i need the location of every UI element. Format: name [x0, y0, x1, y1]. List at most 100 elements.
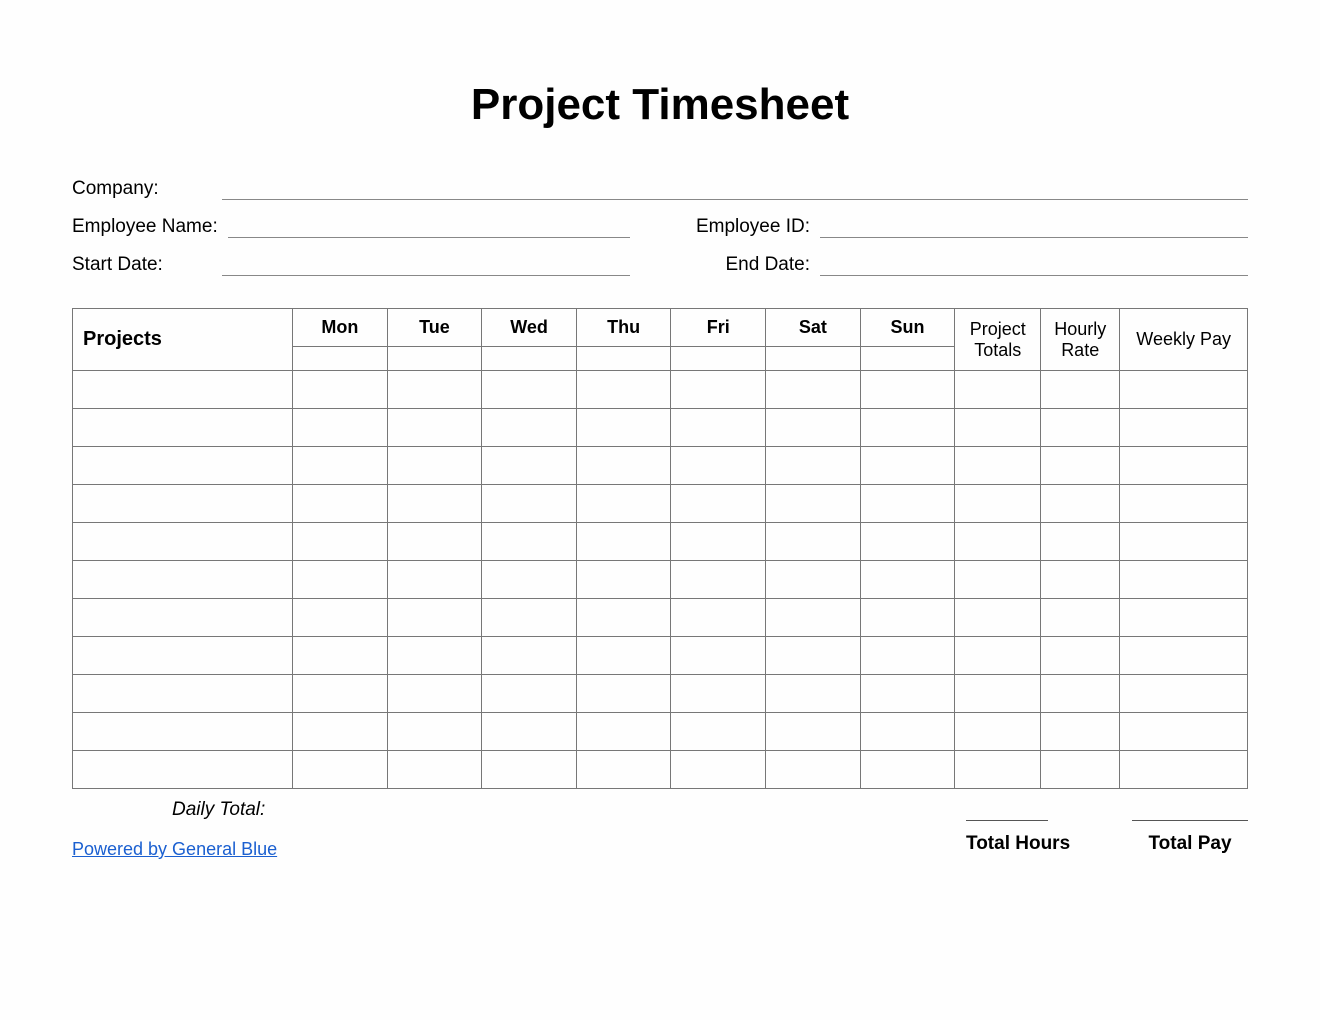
- cell-input[interactable]: [861, 371, 955, 408]
- table-cell[interactable]: [73, 713, 293, 751]
- table-cell[interactable]: [387, 751, 482, 789]
- table-cell[interactable]: [482, 751, 577, 789]
- cell-input[interactable]: [861, 447, 955, 484]
- date-input[interactable]: [482, 347, 576, 370]
- table-cell[interactable]: [1041, 523, 1120, 561]
- cell-input[interactable]: [1120, 599, 1247, 636]
- cell-input[interactable]: [293, 561, 387, 598]
- table-cell[interactable]: [293, 675, 388, 713]
- cell-input[interactable]: [73, 561, 292, 598]
- table-cell[interactable]: [73, 599, 293, 637]
- table-cell[interactable]: [766, 713, 861, 751]
- table-cell[interactable]: [1041, 713, 1120, 751]
- cell-input[interactable]: [1120, 485, 1247, 522]
- table-cell[interactable]: [576, 713, 671, 751]
- table-cell[interactable]: [576, 523, 671, 561]
- cell-input[interactable]: [388, 675, 482, 712]
- table-cell[interactable]: [482, 523, 577, 561]
- table-cell[interactable]: [860, 675, 955, 713]
- table-cell[interactable]: [482, 675, 577, 713]
- cell-input[interactable]: [73, 713, 292, 750]
- table-cell[interactable]: [860, 485, 955, 523]
- cell-input[interactable]: [1120, 637, 1247, 674]
- cell-input[interactable]: [671, 523, 765, 560]
- table-cell[interactable]: [293, 485, 388, 523]
- table-cell[interactable]: [73, 371, 293, 409]
- cell-input[interactable]: [955, 409, 1040, 446]
- employee-id-field[interactable]: [820, 214, 1248, 238]
- table-cell[interactable]: [1041, 561, 1120, 599]
- cell-input[interactable]: [766, 561, 860, 598]
- employee-name-field[interactable]: [228, 214, 630, 238]
- table-cell[interactable]: [1120, 675, 1248, 713]
- table-cell[interactable]: [1041, 751, 1120, 789]
- cell-input[interactable]: [293, 409, 387, 446]
- table-cell[interactable]: [73, 447, 293, 485]
- cell-input[interactable]: [766, 637, 860, 674]
- table-cell[interactable]: [1120, 713, 1248, 751]
- cell-input[interactable]: [671, 371, 765, 408]
- date-cell[interactable]: [293, 347, 388, 371]
- table-cell[interactable]: [387, 409, 482, 447]
- cell-input[interactable]: [766, 675, 860, 712]
- cell-input[interactable]: [388, 751, 482, 788]
- table-cell[interactable]: [482, 485, 577, 523]
- cell-input[interactable]: [388, 523, 482, 560]
- cell-input[interactable]: [861, 485, 955, 522]
- table-cell[interactable]: [293, 523, 388, 561]
- table-cell[interactable]: [955, 599, 1041, 637]
- cell-input[interactable]: [577, 713, 671, 750]
- table-cell[interactable]: [766, 447, 861, 485]
- cell-input[interactable]: [388, 637, 482, 674]
- table-cell[interactable]: [73, 485, 293, 523]
- cell-input[interactable]: [1041, 409, 1119, 446]
- table-cell[interactable]: [860, 599, 955, 637]
- table-cell[interactable]: [860, 371, 955, 409]
- table-cell[interactable]: [1041, 409, 1120, 447]
- table-cell[interactable]: [766, 561, 861, 599]
- cell-input[interactable]: [861, 599, 955, 636]
- table-cell[interactable]: [671, 713, 766, 751]
- cell-input[interactable]: [73, 637, 292, 674]
- date-input[interactable]: [766, 347, 860, 370]
- table-cell[interactable]: [293, 599, 388, 637]
- table-cell[interactable]: [1120, 561, 1248, 599]
- cell-input[interactable]: [861, 523, 955, 560]
- cell-input[interactable]: [577, 561, 671, 598]
- table-cell[interactable]: [955, 637, 1041, 675]
- date-input[interactable]: [388, 347, 482, 370]
- table-cell[interactable]: [576, 751, 671, 789]
- cell-input[interactable]: [293, 713, 387, 750]
- table-cell[interactable]: [671, 599, 766, 637]
- start-date-field[interactable]: [222, 252, 630, 276]
- cell-input[interactable]: [955, 637, 1040, 674]
- date-input[interactable]: [671, 347, 765, 370]
- cell-input[interactable]: [955, 599, 1040, 636]
- cell-input[interactable]: [577, 637, 671, 674]
- cell-input[interactable]: [1120, 371, 1247, 408]
- table-cell[interactable]: [576, 409, 671, 447]
- table-cell[interactable]: [766, 675, 861, 713]
- cell-input[interactable]: [766, 523, 860, 560]
- table-cell[interactable]: [955, 485, 1041, 523]
- table-cell[interactable]: [1041, 447, 1120, 485]
- cell-input[interactable]: [671, 751, 765, 788]
- table-cell[interactable]: [482, 599, 577, 637]
- cell-input[interactable]: [73, 485, 292, 522]
- cell-input[interactable]: [577, 523, 671, 560]
- cell-input[interactable]: [388, 599, 482, 636]
- cell-input[interactable]: [1120, 409, 1247, 446]
- cell-input[interactable]: [482, 561, 576, 598]
- table-cell[interactable]: [482, 371, 577, 409]
- table-cell[interactable]: [955, 751, 1041, 789]
- table-cell[interactable]: [576, 675, 671, 713]
- table-cell[interactable]: [293, 751, 388, 789]
- cell-input[interactable]: [388, 447, 482, 484]
- table-cell[interactable]: [576, 371, 671, 409]
- cell-input[interactable]: [861, 409, 955, 446]
- cell-input[interactable]: [671, 447, 765, 484]
- table-cell[interactable]: [860, 409, 955, 447]
- table-cell[interactable]: [73, 561, 293, 599]
- cell-input[interactable]: [482, 637, 576, 674]
- cell-input[interactable]: [73, 523, 292, 560]
